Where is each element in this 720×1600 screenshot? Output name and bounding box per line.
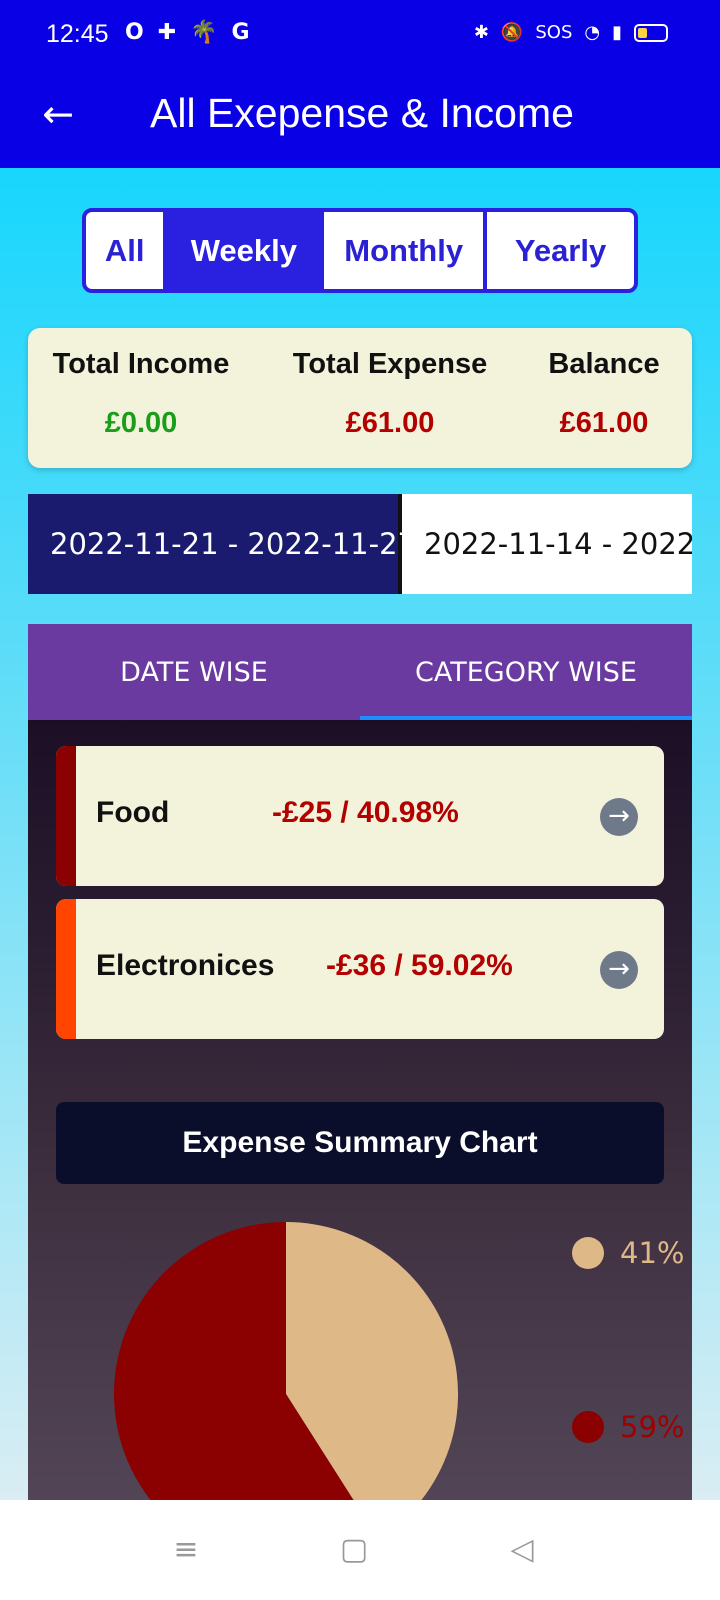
wifi-icon: ◔ [584, 22, 601, 43]
sos-label: SOS [535, 22, 573, 43]
tab-monthly[interactable]: Monthly [324, 212, 484, 289]
tab-indicator [360, 716, 692, 720]
system-icons: ✱ 🔕 SOS ◔ ▮ [474, 22, 668, 43]
mute-icon: 🔕 [500, 22, 524, 43]
tab-weekly[interactable]: Weekly [167, 212, 321, 289]
balance-summary: Balance £61.00 [544, 348, 664, 440]
income-summary: Total Income £0.00 [48, 348, 234, 440]
app-bar: ← All Exepense & Income [0, 70, 720, 168]
arrow-right-icon[interactable]: → [600, 798, 638, 836]
category-name: Food [96, 796, 170, 829]
category-color-stripe [56, 899, 76, 1039]
legend-label: 41% [620, 1236, 685, 1270]
week-item-current[interactable]: 2022-11-21 - 2022-11-27 [28, 494, 416, 594]
legend-dot [572, 1237, 604, 1269]
status-time: 12:45 [46, 20, 109, 48]
view-tabs: DATE WISE CATEGORY WISE [28, 624, 692, 720]
bluetooth-icon: ✱ [473, 22, 489, 43]
income-value: £0.00 [104, 407, 178, 439]
expense-value: £61.00 [345, 407, 435, 439]
opera-icon: O [125, 20, 144, 45]
category-panel: DATE WISE CATEGORY WISE Food -£25 / 40.9… [28, 624, 692, 1500]
balance-label: Balance [548, 348, 660, 380]
category-amount: -£36 / 59.02% [326, 949, 513, 982]
tab-yearly[interactable]: Yearly [487, 212, 634, 289]
app-icon: ✚ [157, 20, 177, 45]
battery-icon [634, 23, 668, 42]
menu-icon[interactable]: ≡ [166, 1530, 206, 1570]
legend-item-food: 41% [572, 1236, 692, 1276]
signal-icon: ▮ [612, 22, 622, 43]
page-title: All Exepense & Income [150, 90, 574, 136]
category-card-food[interactable]: Food -£25 / 40.98% → [56, 746, 664, 886]
balance-value: £61.00 [559, 407, 649, 439]
category-amount: -£25 / 40.98% [272, 796, 459, 829]
income-label: Total Income [52, 348, 230, 380]
palm-tree-icon: 🌴 [190, 20, 218, 45]
notification-icons: O ✚ 🌴 G [125, 20, 250, 45]
category-color-stripe [56, 746, 76, 886]
category-name: Electronices [96, 949, 275, 982]
google-icon: G [231, 20, 250, 45]
chart-header: Expense Summary Chart [56, 1102, 664, 1184]
arrow-right-icon[interactable]: → [600, 951, 638, 989]
legend-item-electronics: 59% [572, 1410, 692, 1450]
expense-label: Total Expense [292, 348, 488, 380]
back-button[interactable]: ← [34, 92, 82, 140]
arrow-left-icon: ← [42, 92, 74, 136]
category-card-electronics[interactable]: Electronices -£36 / 59.02% → [56, 899, 664, 1039]
status-bar: 12:45 O ✚ 🌴 G ✱ 🔕 SOS ◔ ▮ [0, 0, 720, 70]
back-triangle-icon[interactable]: ◁ [502, 1530, 542, 1570]
tab-all[interactable]: All [86, 212, 164, 289]
tab-date-wise[interactable]: DATE WISE [28, 624, 360, 720]
legend-dot [572, 1411, 604, 1443]
expense-summary: Total Expense £61.00 [288, 348, 492, 440]
week-selector: 2022-11-21 - 2022-11-27 2022-11-14 - 202… [28, 494, 692, 594]
expense-pie-chart [113, 1222, 458, 1500]
week-item-previous[interactable]: 2022-11-14 - 2022-11-20 [402, 494, 692, 594]
period-tabs: All Weekly Monthly Yearly [82, 208, 638, 293]
legend-label: 59% [620, 1410, 685, 1444]
system-nav-bar: ≡ ▢ ◁ [0, 1500, 720, 1600]
tab-category-wise[interactable]: CATEGORY WISE [360, 624, 692, 720]
home-square-icon[interactable]: ▢ [334, 1530, 374, 1570]
summary-card: Total Income £0.00 Total Expense £61.00 … [28, 328, 692, 468]
